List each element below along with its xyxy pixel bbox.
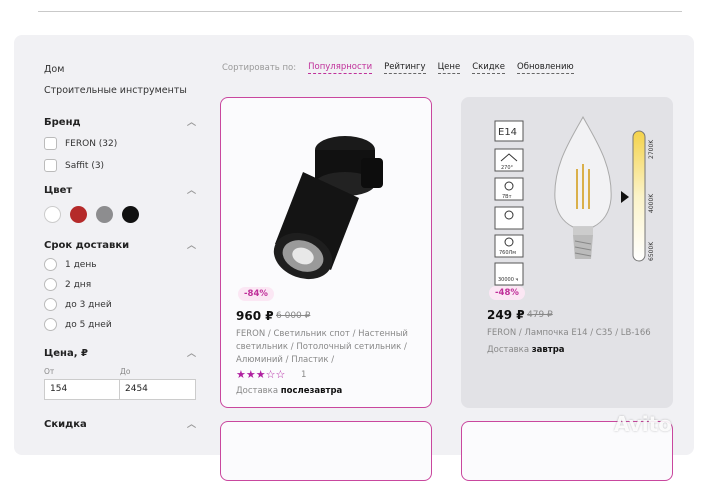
brand-option-label: Saffit (3) bbox=[65, 160, 105, 171]
delivery-option[interactable]: до 3 дней bbox=[44, 298, 196, 311]
temp-6500-text: 6500K bbox=[648, 241, 655, 261]
brand-option-feron[interactable]: FERON (32) bbox=[44, 137, 196, 150]
avito-watermark: Avito bbox=[614, 412, 672, 436]
breadcrumb-tools[interactable]: Строительные инструменты bbox=[44, 85, 187, 96]
chevron-up-icon[interactable]: ︿ bbox=[187, 349, 196, 359]
angle-label-text: 270° bbox=[501, 165, 514, 171]
radio[interactable] bbox=[44, 278, 57, 291]
bulb-product-image: E14 270° 7Вт 760Лм 30000 ч 2700K 4000K 6… bbox=[494, 115, 655, 286]
product-card[interactable]: E14 270° 7Вт 760Лм 30000 ч 2700K 4000K 6… bbox=[461, 97, 673, 408]
price-to-label: До bbox=[120, 367, 131, 376]
sort-rating[interactable]: Рейтингу bbox=[384, 62, 426, 74]
product-old-price: 479 ₽ bbox=[527, 310, 553, 320]
delivery-option-label: до 3 дней bbox=[65, 299, 112, 310]
brand-filter-title: Бренд bbox=[44, 117, 81, 128]
radio[interactable] bbox=[44, 258, 57, 271]
discount-badge: -84% bbox=[238, 287, 274, 301]
spotlight-product-image bbox=[233, 110, 419, 290]
sort-label: Сортировать по: bbox=[222, 63, 297, 73]
delivery-filter-title: Срок доставки bbox=[44, 240, 130, 251]
delivery-info: Доставка завтра bbox=[487, 345, 565, 355]
lumen-label-text: 760Лм bbox=[499, 250, 516, 256]
sort-bar: Сортировать по: Популярности Рейтингу Це… bbox=[222, 62, 586, 74]
delivery-value: послезавтра bbox=[280, 386, 343, 396]
delivery-label: Доставка bbox=[236, 386, 279, 396]
radio[interactable] bbox=[44, 318, 57, 331]
price-from-input[interactable]: 154 bbox=[44, 379, 120, 400]
chevron-up-icon[interactable]: ︿ bbox=[187, 118, 196, 128]
product-card[interactable] bbox=[220, 421, 432, 481]
brand-filter: Бренд ︿ FERON (32) Saffit (3) bbox=[44, 117, 196, 172]
delivery-option[interactable]: 2 дня bbox=[44, 278, 196, 291]
delivery-info: Доставка послезавтра bbox=[236, 386, 342, 396]
product-old-price: 6 000 ₽ bbox=[276, 311, 311, 321]
delivery-option-label: 1 день bbox=[65, 259, 97, 270]
chevron-up-icon[interactable]: ︿ bbox=[187, 241, 196, 251]
temp-4000-text: 4000K bbox=[648, 193, 655, 213]
delivery-value: завтра bbox=[531, 345, 565, 355]
discount-filter: Скидка ︿ bbox=[44, 419, 196, 430]
price-from-label: От bbox=[44, 367, 55, 376]
sort-price[interactable]: Цене bbox=[437, 62, 461, 74]
radio[interactable] bbox=[44, 298, 57, 311]
socket-label-text: E14 bbox=[498, 127, 517, 138]
product-price: 960 ₽ bbox=[236, 309, 274, 323]
sort-discount[interactable]: Скидке bbox=[472, 62, 506, 74]
color-swatch-white[interactable] bbox=[44, 206, 61, 223]
brand-option-saffit[interactable]: Saffit (3) bbox=[44, 159, 196, 172]
price-filter: Цена, ₽ ︿ От До 154 2454 bbox=[44, 348, 196, 400]
product-title[interactable]: FERON / Лампочка E14 / C35 / LB-166 bbox=[487, 327, 667, 340]
delivery-option[interactable]: 1 день bbox=[44, 258, 196, 271]
delivery-option-label: до 5 дней bbox=[65, 319, 112, 330]
color-filter: Цвет ︿ bbox=[44, 185, 196, 223]
rating-count: 1 bbox=[301, 370, 307, 380]
rating-stars: ★★★☆☆ bbox=[236, 368, 286, 381]
color-filter-title: Цвет bbox=[44, 185, 73, 196]
delivery-option-label: 2 дня bbox=[65, 279, 92, 290]
discount-badge: -48% bbox=[489, 286, 525, 300]
chevron-up-icon[interactable]: ︿ bbox=[187, 186, 196, 196]
product-card[interactable]: -84% 960 ₽ 6 000 ₽ FERON / Светильник сп… bbox=[220, 97, 432, 408]
top-divider bbox=[38, 11, 682, 12]
checkbox[interactable] bbox=[44, 137, 57, 150]
color-swatch-black[interactable] bbox=[122, 206, 139, 223]
product-title[interactable]: FERON / Светильник спот / Настенный свет… bbox=[236, 328, 416, 367]
temp-2700-text: 2700K bbox=[648, 139, 655, 159]
price-to-input[interactable]: 2454 bbox=[120, 379, 196, 400]
delivery-filter: Срок доставки ︿ 1 день 2 дня до 3 дней д… bbox=[44, 240, 196, 331]
discount-filter-title: Скидка bbox=[44, 419, 87, 430]
price-filter-title: Цена, ₽ bbox=[44, 348, 88, 359]
delivery-label: Доставка bbox=[487, 345, 530, 355]
hours-label-text: 30000 ч bbox=[498, 277, 518, 283]
color-swatch-red[interactable] bbox=[70, 206, 87, 223]
delivery-option[interactable]: до 5 дней bbox=[44, 318, 196, 331]
brand-option-label: FERON (32) bbox=[65, 138, 118, 149]
sort-updated[interactable]: Обновлению bbox=[517, 62, 574, 74]
checkbox[interactable] bbox=[44, 159, 57, 172]
chevron-up-icon[interactable]: ︿ bbox=[187, 420, 196, 430]
watt-label-text: 7Вт bbox=[502, 194, 512, 200]
product-price: 249 ₽ bbox=[487, 308, 525, 322]
color-swatch-grey[interactable] bbox=[96, 206, 113, 223]
breadcrumb-home[interactable]: Дом bbox=[44, 64, 64, 75]
sort-popularity[interactable]: Популярности bbox=[308, 62, 373, 74]
